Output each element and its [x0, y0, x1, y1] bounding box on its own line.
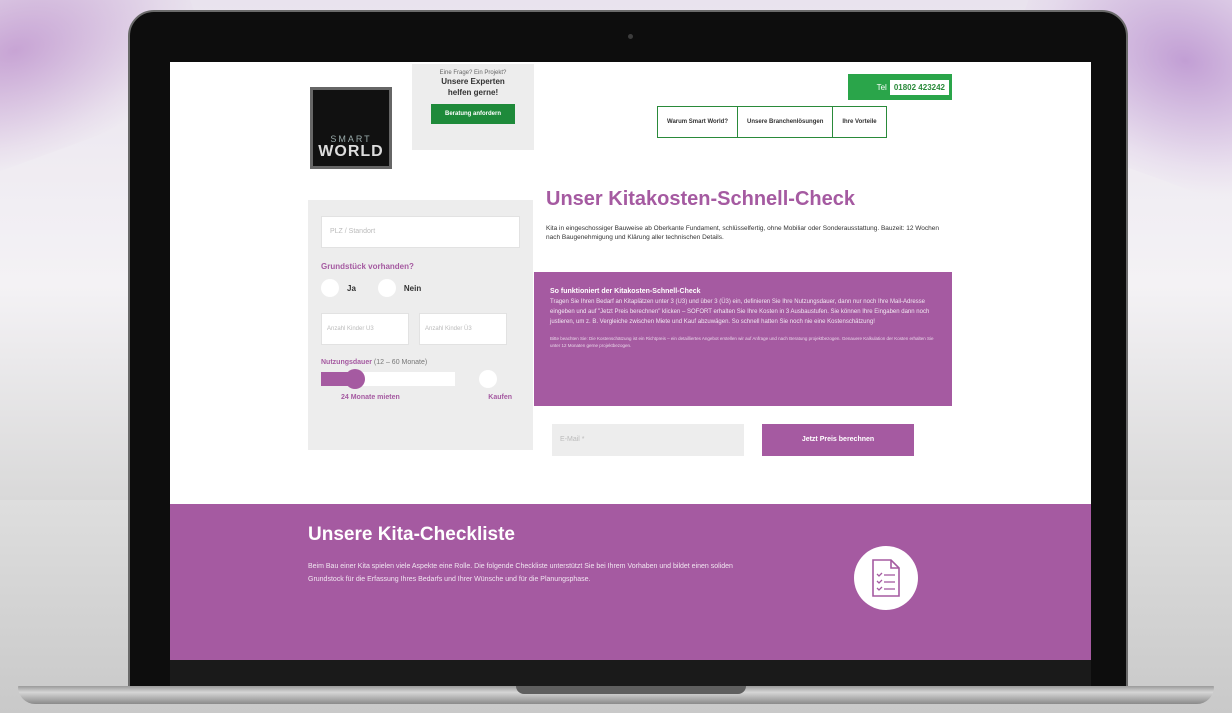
smart-world-logo[interactable]: SMART WORLD	[310, 87, 392, 169]
radio-yes-circle[interactable]	[321, 279, 339, 297]
duration-slider[interactable]	[321, 369, 455, 389]
plot-radio-group: Ja Nein	[321, 279, 520, 297]
checklist-text: Beim Bau einer Kita spielen viele Aspekt…	[308, 563, 733, 583]
duration-range-note: (12 – 60 Monate)	[373, 359, 428, 366]
checklist-document-svg	[872, 559, 900, 597]
how-it-works-box: So funktioniert der Kitakosten-Schnell-C…	[534, 272, 952, 406]
page-title: Unser Kitakosten-Schnell-Check	[546, 188, 855, 210]
rent-label: 24 Monate mieten	[341, 394, 400, 401]
consultation-button[interactable]: Beratung anfordern	[431, 104, 515, 124]
checklist-section: Unsere Kita-Checkliste Beim Bau einer Ki…	[170, 504, 1091, 660]
how-it-works-fineprint: Bitte beachten Sie: Die Kostenschätzung …	[550, 336, 934, 348]
cta-line-2: helfen gerne!	[447, 88, 499, 97]
checklist-title: Unsere Kita-Checkliste	[308, 524, 515, 545]
buy-radio-circle[interactable]	[479, 370, 497, 388]
phone-badge[interactable]: Tel 01802 423242	[848, 74, 952, 100]
radio-option-yes[interactable]: Ja	[321, 279, 356, 297]
nav-item-advantages[interactable]: Ihre Vorteile	[833, 107, 885, 137]
phone-label: Tel	[876, 82, 887, 92]
calculator-form: PLZ / Standort Grundstück vorhanden? Ja …	[308, 200, 533, 450]
kids-o3-input[interactable]: Anzahl Kinder Ü3	[419, 313, 507, 345]
cta-line-1: Unsere Experten	[441, 77, 505, 86]
duration-slider-row	[321, 369, 520, 389]
logo-bottom-text: WORLD	[318, 143, 384, 160]
kids-u3-input[interactable]: Anzahl Kinder U3	[321, 313, 409, 345]
radio-no-label: Nein	[403, 283, 422, 293]
how-it-works-title: So funktioniert der Kitakosten-Schnell-C…	[550, 288, 701, 295]
website-screen: SMART WORLD Eine Frage? Ein Projekt? Uns…	[170, 62, 1091, 660]
duration-label-text: Nutzungsdauer	[321, 359, 372, 366]
radio-option-no[interactable]: Nein	[377, 279, 422, 297]
email-input[interactable]: E-Mail *	[552, 424, 744, 456]
screen-bezel-bottom	[170, 660, 1091, 686]
location-input[interactable]: PLZ / Standort	[321, 216, 520, 248]
intro-text: Kita in eingeschossiger Bauweise ab Ober…	[546, 225, 939, 241]
nav-item-solutions[interactable]: Unsere Branchenlösungen	[738, 107, 834, 137]
calculate-price-button[interactable]: Jetzt Preis berechnen	[762, 424, 914, 456]
plot-question-label: Grundstück vorhanden?	[321, 262, 414, 271]
laptop-notch	[516, 686, 746, 694]
radio-yes-label: Ja	[347, 283, 356, 293]
duration-slider-handle[interactable]	[344, 369, 365, 389]
buy-label[interactable]: Kaufen	[488, 394, 512, 401]
how-it-works-text: Tragen Sie Ihren Bedarf an Kitaplätzen u…	[550, 299, 930, 325]
main-navigation: Warum Smart World? Unsere Branchenlösung…	[657, 106, 887, 138]
slider-labels: 24 Monate mieten Kaufen	[321, 394, 520, 401]
nav-item-why[interactable]: Warum Smart World?	[658, 107, 739, 137]
checklist-document-icon[interactable]	[854, 546, 918, 610]
phone-number[interactable]: 01802 423242	[889, 79, 949, 95]
webcam	[628, 34, 633, 39]
duration-label: Nutzungsdauer (12 – 60 Monate)	[321, 359, 520, 366]
expert-cta-box: Eine Frage? Ein Projekt? Unsere Experten…	[412, 64, 534, 150]
children-count-row: Anzahl Kinder U3 Anzahl Kinder Ü3	[321, 313, 520, 345]
radio-no-circle[interactable]	[377, 279, 396, 297]
